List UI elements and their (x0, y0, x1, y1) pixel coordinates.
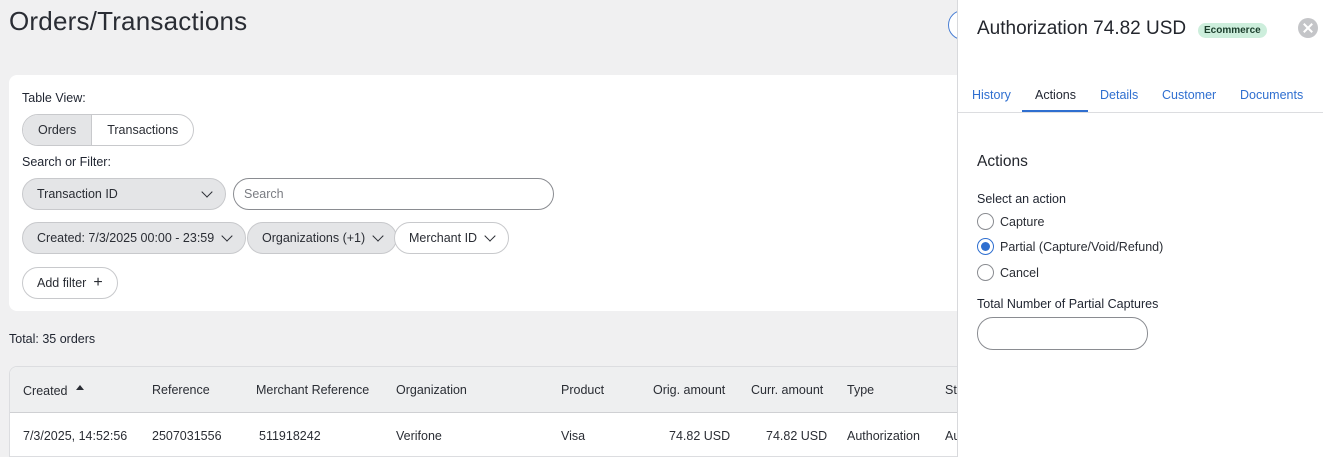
created-date-filter[interactable]: Created: 7/3/2025 00:00 - 23:59 (22, 222, 247, 254)
view-orders-button[interactable]: Orders (23, 115, 93, 145)
radio-unchecked-icon[interactable] (977, 213, 994, 230)
page-title: Orders/Transactions (9, 6, 248, 36)
column-header-status[interactable]: St (945, 383, 957, 397)
cell-type: Authorization (847, 429, 920, 443)
option-cancel-label: Cancel (1000, 265, 1039, 280)
merchant-filter-label: Merchant ID (409, 231, 478, 245)
column-header-created[interactable]: Created (23, 384, 85, 398)
merchant-id-filter[interactable]: Merchant ID (394, 222, 510, 254)
created-filter-label: Created: 7/3/2025 00:00 - 23:59 (37, 231, 215, 245)
chevron-down-icon (484, 230, 496, 242)
radio-unchecked-icon[interactable] (977, 264, 994, 281)
chevron-down-icon (201, 186, 213, 198)
select-action-label: Select an action (977, 192, 1066, 206)
column-header-organization[interactable]: Organization (396, 383, 467, 397)
tab-documents[interactable]: Documents (1240, 88, 1303, 102)
chevron-down-icon (221, 230, 233, 242)
search-input[interactable]: Search (233, 178, 554, 210)
option-capture-label: Capture (1000, 214, 1045, 229)
channel-badge: Ecommerce (1198, 23, 1267, 38)
search-placeholder: Search (244, 187, 284, 201)
column-header-curr-amount[interactable]: Curr. amount (751, 383, 823, 397)
panel-title: Authorization 74.82 USD (977, 18, 1187, 39)
actions-section-title: Actions (977, 153, 1028, 170)
chevron-down-icon (372, 230, 384, 242)
sort-ascending-icon (76, 385, 85, 390)
cell-created: 7/3/2025, 14:52:56 (23, 429, 128, 443)
table-view-label: Table View: (22, 91, 86, 105)
table-view-toggle: Orders Transactions (22, 114, 195, 146)
option-partial[interactable]: Partial (Capture/Void/Refund) (977, 238, 1163, 255)
partial-captures-input[interactable] (977, 317, 1148, 350)
partial-captures-label: Total Number of Partial Captures (977, 297, 1159, 311)
add-filter-label: Add filter (37, 276, 87, 290)
active-tab-indicator (1022, 110, 1088, 112)
column-header-orig-amount[interactable]: Orig. amount (653, 383, 725, 397)
table-header: Created Reference Merchant Reference Org… (10, 367, 968, 413)
option-partial-label: Partial (Capture/Void/Refund) (1000, 239, 1164, 254)
cell-reference: 2507031556 (152, 429, 222, 443)
tab-history[interactable]: History (972, 88, 1011, 102)
column-header-merchant-reference[interactable]: Merchant Reference (256, 383, 369, 397)
radio-checked-icon[interactable] (977, 238, 994, 255)
option-capture[interactable]: Capture (977, 213, 1044, 230)
cell-curr-amount: 74.82 USD (766, 429, 828, 443)
cell-orig-amount: 74.82 USD (669, 429, 731, 443)
search-field-value: Transaction ID (37, 187, 118, 201)
panel-tabs: History Actions Details Customer Documen… (958, 86, 1323, 113)
view-transactions-button[interactable]: Transactions (92, 115, 193, 145)
filter-card: Table View: Orders Transactions Search o… (9, 75, 969, 311)
add-filter-button[interactable]: Add filter + (22, 267, 118, 299)
column-header-product[interactable]: Product (561, 383, 604, 397)
orders-table: Created Reference Merchant Reference Org… (9, 366, 969, 457)
tab-actions[interactable]: Actions (1035, 88, 1076, 102)
tab-customer[interactable]: Customer (1162, 88, 1216, 102)
transaction-detail-panel: Authorization 74.82 USD Ecommerce Histor… (957, 0, 1323, 457)
tab-details[interactable]: Details (1100, 88, 1138, 102)
column-header-reference[interactable]: Reference (152, 383, 210, 397)
cell-merchant-reference: 511918242 (259, 429, 321, 443)
cell-product: Visa (561, 429, 586, 443)
search-field-select[interactable]: Transaction ID (22, 178, 226, 210)
close-icon[interactable] (1298, 18, 1318, 38)
plus-icon: + (93, 274, 103, 291)
total-orders-count: Total: 35 orders (9, 332, 96, 346)
organizations-filter[interactable]: Organizations (+1) (247, 222, 398, 254)
cell-organization: Verifone (396, 429, 442, 443)
column-header-type[interactable]: Type (847, 383, 874, 397)
organizations-filter-label: Organizations (+1) (262, 231, 366, 245)
search-filter-label: Search or Filter: (22, 155, 111, 169)
option-cancel[interactable]: Cancel (977, 264, 1039, 281)
